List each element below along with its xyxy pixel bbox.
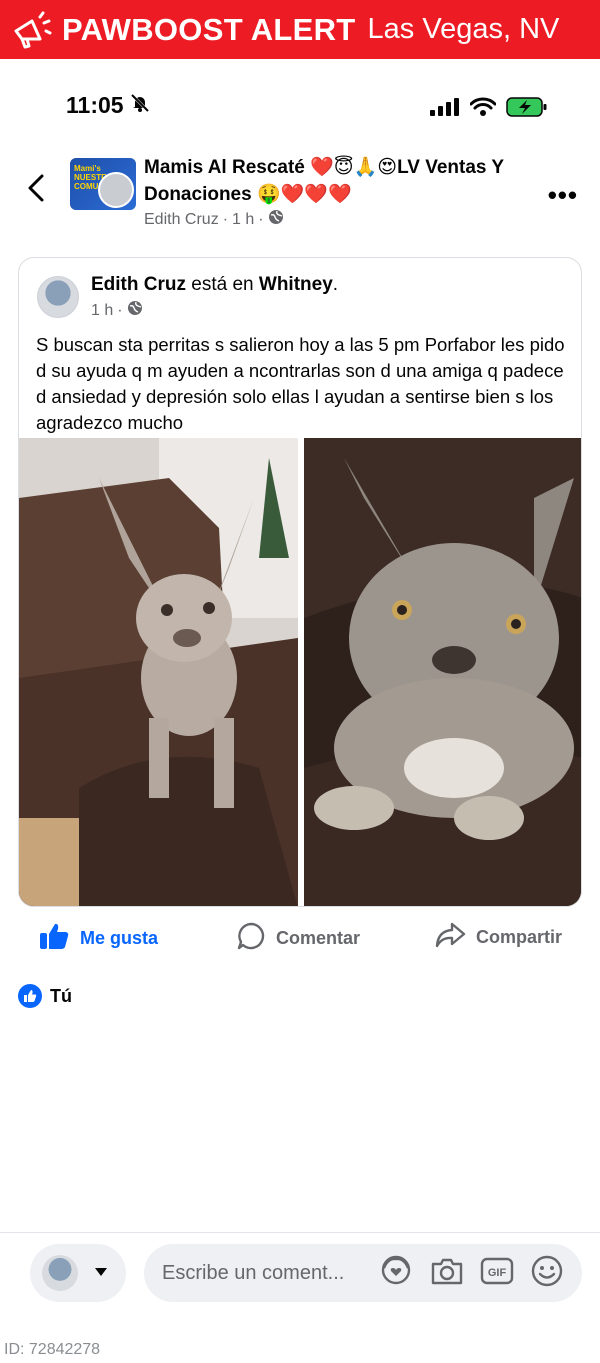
group-title[interactable]: Mamis Al Rescaté ❤️😇🙏😍LV Ventas Y Donaci… bbox=[144, 154, 544, 208]
globe-icon bbox=[127, 300, 143, 321]
camera-icon[interactable] bbox=[430, 1256, 464, 1291]
gif-icon[interactable]: GIF bbox=[480, 1256, 514, 1291]
status-time: 11:05 bbox=[66, 92, 124, 118]
share-button[interactable]: Compartir bbox=[434, 921, 562, 954]
like-reaction-icon bbox=[18, 984, 42, 1008]
my-avatar bbox=[42, 1255, 78, 1291]
caret-down-icon bbox=[94, 1264, 108, 1282]
reactions-summary[interactable]: Tú bbox=[18, 984, 72, 1008]
back-chevron-icon[interactable] bbox=[22, 172, 52, 204]
share-label: Compartir bbox=[476, 927, 563, 947]
separator-dot: · bbox=[258, 210, 264, 228]
emoji-icon[interactable] bbox=[530, 1254, 564, 1293]
like-button[interactable]: Me gusta bbox=[38, 921, 158, 956]
comment-label: Comentar bbox=[276, 928, 361, 948]
like-label: Me gusta bbox=[80, 928, 159, 948]
megaphone-icon bbox=[6, 5, 56, 55]
post-meta: 1 h · bbox=[91, 300, 143, 321]
pawboost-banner: PAWBOOST ALERT Las Vegas, NV bbox=[0, 0, 600, 59]
share-arrow-icon bbox=[434, 921, 466, 954]
comment-composer: GIF bbox=[144, 1244, 582, 1302]
post-place[interactable]: Whitney bbox=[259, 274, 333, 295]
listing-id: ID: 72842278 bbox=[4, 1341, 101, 1358]
group-avatar[interactable]: Mami's NUESTRA COMUNIDAD bbox=[70, 158, 136, 210]
banner-location: Las Vegas, NV bbox=[367, 13, 560, 45]
post-period: . bbox=[332, 274, 339, 295]
avatar-sticker-icon[interactable] bbox=[378, 1254, 414, 1293]
separator-dot: · bbox=[222, 210, 229, 228]
group-subtitle: Edith Cruz · 1 h · bbox=[144, 209, 284, 230]
separator-dot: · bbox=[117, 301, 123, 319]
svg-text:GIF: GIF bbox=[488, 1267, 507, 1279]
post-connector: está en bbox=[191, 274, 254, 295]
action-bar: Me gusta Comentar Compartir bbox=[0, 915, 600, 961]
status-time-group: 11:05 bbox=[66, 92, 150, 119]
bell-slash-icon bbox=[130, 92, 150, 119]
post-author-line: Edith Cruz está en Whitney. bbox=[91, 274, 338, 296]
identity-switcher[interactable] bbox=[30, 1244, 126, 1302]
dog-photo-2[interactable] bbox=[304, 438, 581, 906]
thumbs-up-icon bbox=[38, 921, 70, 956]
post-author[interactable]: Edith Cruz bbox=[91, 274, 186, 295]
banner-brand: PAWBOOST ALERT bbox=[62, 11, 356, 47]
group-header: Mami's NUESTRA COMUNIDAD Mamis Al Rescat… bbox=[0, 150, 600, 240]
post-time: 1 h bbox=[91, 301, 114, 319]
reaction-label: Tú bbox=[50, 985, 72, 1006]
composer-tools: GIF bbox=[378, 1254, 564, 1293]
wifi-icon bbox=[469, 97, 497, 122]
composer-divider bbox=[0, 1232, 600, 1233]
more-options-icon[interactable]: ••• bbox=[548, 180, 578, 211]
globe-icon bbox=[268, 209, 284, 230]
status-bar: 11:05 bbox=[0, 90, 600, 126]
comment-button[interactable]: Comentar bbox=[236, 921, 360, 956]
shared-post-card[interactable]: Edith Cruz está en Whitney. 1 h · S busc… bbox=[18, 257, 582, 907]
dog-photo-1[interactable] bbox=[19, 438, 298, 906]
battery-charging-icon bbox=[506, 96, 548, 123]
group-author[interactable]: Edith Cruz bbox=[144, 211, 219, 229]
comment-input[interactable] bbox=[162, 1261, 372, 1285]
status-right bbox=[430, 96, 548, 123]
post-photos bbox=[19, 438, 581, 906]
signal-icon bbox=[430, 98, 460, 121]
comment-bubble-icon bbox=[236, 921, 266, 956]
post-text: S buscan sta perritas s salieron hoy a l… bbox=[36, 334, 565, 433]
group-avatar-person bbox=[98, 172, 134, 208]
author-avatar[interactable] bbox=[37, 276, 79, 318]
group-time: 1 h bbox=[232, 210, 255, 228]
